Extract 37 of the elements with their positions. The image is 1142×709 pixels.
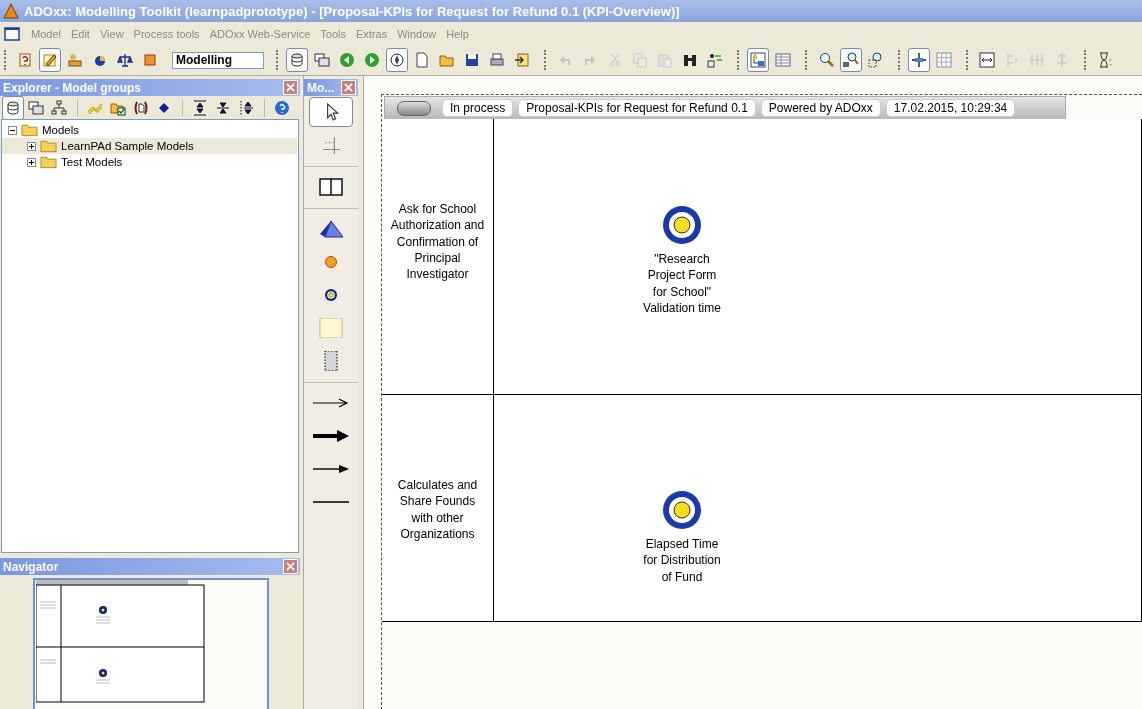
mode-field[interactable]: Modelling (172, 51, 264, 69)
navigator-viewport[interactable] (33, 578, 269, 709)
lane-label: Ask for School Authorization and Confirmation of Principal Investigator (390, 201, 485, 283)
expand-icon[interactable] (27, 157, 36, 167)
kpi-label: Elapsed Time for Distribution of Fund (643, 536, 721, 585)
header-label: Proposal-KPIs for Request for Refund 0.1 (518, 99, 756, 117)
edit-icon[interactable] (39, 48, 61, 72)
close-icon[interactable] (283, 80, 298, 95)
panel-title: Navigator (3, 559, 59, 574)
tree-item[interactable]: Test Models (2, 154, 297, 170)
header-label: Powered by ADOxx (760, 99, 881, 117)
view-toggle-icon[interactable] (747, 48, 769, 72)
folder-icon (40, 139, 57, 153)
kpi-target-icon[interactable] (662, 490, 702, 530)
kpi-target-icon[interactable] (662, 205, 702, 245)
zoom-actual-icon[interactable] (840, 48, 862, 72)
lane-label: Calculates and Share Founds with other Organizations (397, 477, 478, 543)
database-icon[interactable] (2, 95, 24, 120)
app-icon (3, 3, 19, 19)
compass-icon[interactable] (386, 48, 408, 72)
tree-item[interactable]: LearnPAd Sample Models (2, 138, 297, 154)
window-title: ADOxx: Modelling Toolkit (learnpadprototype) - [Proposal-KPIs for Request for Refund 0.1 (KPI-Overview)] (24, 3, 680, 19)
status-pill-icon (397, 100, 431, 116)
collapse-icon[interactable] (8, 125, 17, 135)
document-icon[interactable] (4, 25, 20, 42)
header-label: In process (442, 99, 514, 117)
close-icon[interactable] (341, 80, 356, 95)
panel-title: Mo... (307, 80, 335, 95)
tree-item[interactable]: Models (2, 122, 297, 138)
kpi-label: "Research Project Form for School" Validation time (643, 251, 721, 317)
header-label: 17.02.2015, 10:29:34 (885, 99, 1016, 117)
close-icon[interactable] (283, 559, 298, 574)
panel-title: Explorer - Model groups (3, 80, 141, 95)
pointer-icon[interactable] (309, 97, 353, 127)
database-icon[interactable] (286, 48, 308, 72)
expand-icon[interactable] (27, 141, 36, 151)
crosshair-icon[interactable] (908, 48, 930, 72)
